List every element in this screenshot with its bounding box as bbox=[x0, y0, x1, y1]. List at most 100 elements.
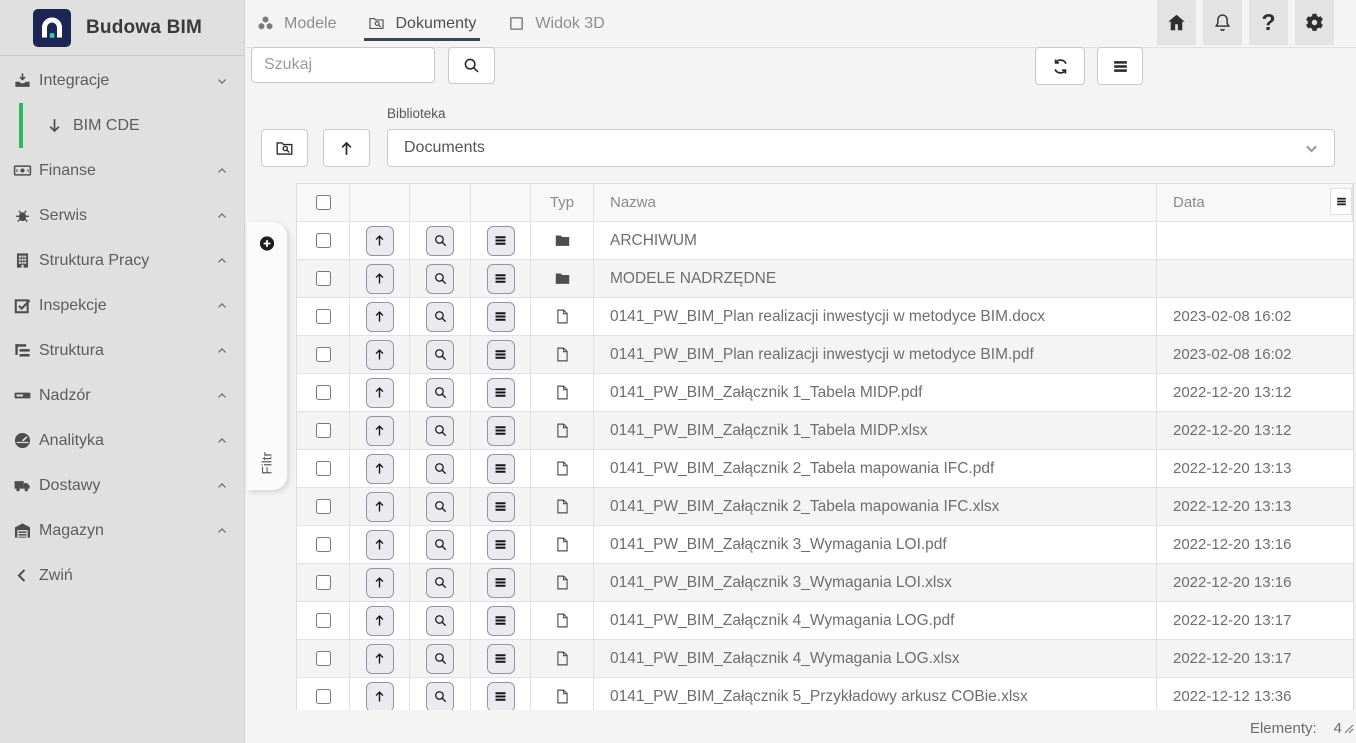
preview-button[interactable] bbox=[426, 530, 454, 560]
upload-version-button[interactable] bbox=[366, 530, 394, 560]
sidebar-item-zwin[interactable]: Zwiń bbox=[0, 553, 244, 598]
row-checkbox[interactable] bbox=[316, 461, 331, 476]
column-header-nazwa[interactable]: Nazwa bbox=[594, 184, 1157, 221]
sidebar-item-bim-cde[interactable]: BIM CDE bbox=[0, 103, 244, 148]
row-menu-button[interactable] bbox=[487, 340, 515, 370]
row-menu-button[interactable] bbox=[487, 492, 515, 522]
preview-button[interactable] bbox=[426, 454, 454, 484]
preview-button[interactable] bbox=[426, 416, 454, 446]
sidebar-item-nadzor[interactable]: Nadzór bbox=[0, 373, 244, 418]
upload-version-button[interactable] bbox=[366, 492, 394, 522]
upload-version-button[interactable] bbox=[366, 226, 394, 256]
upload-version-button[interactable] bbox=[366, 416, 394, 446]
tab-dokumenty[interactable]: Dokumenty bbox=[364, 0, 480, 47]
sidebar-item-magazyn[interactable]: Magazyn bbox=[0, 508, 244, 553]
tab-widok-3d[interactable]: Widok 3D bbox=[504, 0, 608, 47]
gear-button[interactable] bbox=[1295, 0, 1334, 45]
upload-version-button[interactable] bbox=[366, 682, 394, 711]
row-menu-button[interactable] bbox=[487, 454, 515, 484]
row-checkbox[interactable] bbox=[316, 499, 331, 514]
column-header-data[interactable]: Data bbox=[1157, 184, 1353, 221]
column-header-typ[interactable]: Typ bbox=[531, 184, 594, 221]
row-menu-button[interactable] bbox=[487, 606, 515, 636]
sidebar-item-struktura-pracy[interactable]: Struktura Pracy bbox=[0, 238, 244, 283]
view-menu-button[interactable] bbox=[1097, 47, 1143, 85]
row-menu-button[interactable] bbox=[487, 378, 515, 408]
file-name[interactable]: 0141_PW_BIM_Załącznik 2_Tabela mapowania… bbox=[594, 450, 1157, 487]
upload-version-button[interactable] bbox=[366, 606, 394, 636]
tab-modele[interactable]: Modele bbox=[253, 0, 340, 47]
row-checkbox[interactable] bbox=[316, 347, 331, 362]
help-button[interactable]: ? bbox=[1249, 0, 1288, 45]
file-name[interactable]: 0141_PW_BIM_Załącznik 4_Wymagania LOG.pd… bbox=[594, 602, 1157, 639]
row-checkbox[interactable] bbox=[316, 537, 331, 552]
sidebar-item-dostawy[interactable]: Dostawy bbox=[0, 463, 244, 508]
row-checkbox[interactable] bbox=[316, 651, 331, 666]
row-checkbox[interactable] bbox=[316, 423, 331, 438]
preview-button[interactable] bbox=[426, 378, 454, 408]
bell-button[interactable] bbox=[1203, 0, 1242, 45]
library-select[interactable]: Documents bbox=[387, 129, 1335, 167]
preview-button[interactable] bbox=[426, 682, 454, 711]
preview-button[interactable] bbox=[426, 644, 454, 674]
refresh-button[interactable] bbox=[1035, 47, 1085, 85]
preview-button[interactable] bbox=[426, 226, 454, 256]
row-menu-button[interactable] bbox=[487, 530, 515, 560]
browse-library-button[interactable] bbox=[261, 129, 308, 167]
preview-button[interactable] bbox=[426, 568, 454, 598]
preview-button[interactable] bbox=[426, 302, 454, 332]
file-name[interactable]: 0141_PW_BIM_Załącznik 1_Tabela MIDP.xlsx bbox=[594, 412, 1157, 449]
row-menu-button[interactable] bbox=[487, 416, 515, 446]
upload-version-button[interactable] bbox=[366, 378, 394, 408]
upload-version-button[interactable] bbox=[366, 264, 394, 294]
preview-button[interactable] bbox=[426, 340, 454, 370]
building-icon bbox=[12, 251, 32, 270]
row-menu-button[interactable] bbox=[487, 264, 515, 294]
row-menu-button[interactable] bbox=[487, 302, 515, 332]
file-name[interactable]: 0141_PW_BIM_Załącznik 4_Wymagania LOG.xl… bbox=[594, 640, 1157, 677]
row-menu-button[interactable] bbox=[487, 644, 515, 674]
row-menu-button[interactable] bbox=[487, 682, 515, 711]
file-name[interactable]: 0141_PW_BIM_Załącznik 2_Tabela mapowania… bbox=[594, 488, 1157, 525]
preview-button[interactable] bbox=[426, 606, 454, 636]
row-checkbox[interactable] bbox=[316, 309, 331, 324]
file-name[interactable]: 0141_PW_BIM_Plan realizacji inwestycji w… bbox=[594, 336, 1157, 373]
preview-button[interactable] bbox=[426, 492, 454, 522]
sidebar-item-serwis[interactable]: Serwis bbox=[0, 193, 244, 238]
column-menu-button[interactable] bbox=[1330, 188, 1352, 215]
row-checkbox[interactable] bbox=[316, 689, 331, 704]
sidebar-item-integracje[interactable]: Integracje bbox=[0, 58, 244, 103]
sidebar-item-struktura[interactable]: Struktura bbox=[0, 328, 244, 373]
select-all-checkbox[interactable] bbox=[316, 195, 331, 210]
upload-version-button[interactable] bbox=[366, 302, 394, 332]
row-checkbox[interactable] bbox=[316, 271, 331, 286]
row-checkbox[interactable] bbox=[316, 613, 331, 628]
row-checkbox[interactable] bbox=[316, 575, 331, 590]
sidebar-item-finanse[interactable]: Finanse bbox=[0, 148, 244, 193]
preview-button[interactable] bbox=[426, 264, 454, 294]
up-arrow-icon bbox=[372, 651, 387, 666]
home-button[interactable] bbox=[1157, 0, 1196, 45]
date-value bbox=[1157, 222, 1353, 259]
upload-version-button[interactable] bbox=[366, 340, 394, 370]
folder-name[interactable]: ARCHIWUM bbox=[594, 222, 1157, 259]
upload-version-button[interactable] bbox=[366, 568, 394, 598]
file-name[interactable]: 0141_PW_BIM_Załącznik 3_Wymagania LOI.pd… bbox=[594, 526, 1157, 563]
up-level-button[interactable] bbox=[323, 129, 370, 167]
sidebar-item-analityka[interactable]: Analityka bbox=[0, 418, 244, 463]
file-name[interactable]: 0141_PW_BIM_Załącznik 3_Wymagania LOI.xl… bbox=[594, 564, 1157, 601]
row-checkbox[interactable] bbox=[316, 385, 331, 400]
upload-version-button[interactable] bbox=[366, 454, 394, 484]
sidebar-item-inspekcje[interactable]: Inspekcje bbox=[0, 283, 244, 328]
file-name[interactable]: 0141_PW_BIM_Załącznik 1_Tabela MIDP.pdf bbox=[594, 374, 1157, 411]
folder-name[interactable]: MODELE NADRZĘDNE bbox=[594, 260, 1157, 297]
search-input[interactable] bbox=[251, 47, 435, 83]
add-filter-button[interactable] bbox=[259, 235, 276, 252]
row-checkbox[interactable] bbox=[316, 233, 331, 248]
row-menu-button[interactable] bbox=[487, 226, 515, 256]
row-menu-button[interactable] bbox=[487, 568, 515, 598]
search-button[interactable] bbox=[448, 47, 495, 84]
upload-version-button[interactable] bbox=[366, 644, 394, 674]
file-name[interactable]: 0141_PW_BIM_Plan realizacji inwestycji w… bbox=[594, 298, 1157, 335]
file-name[interactable]: 0141_PW_BIM_Załącznik 5_Przykładowy arku… bbox=[594, 678, 1157, 710]
